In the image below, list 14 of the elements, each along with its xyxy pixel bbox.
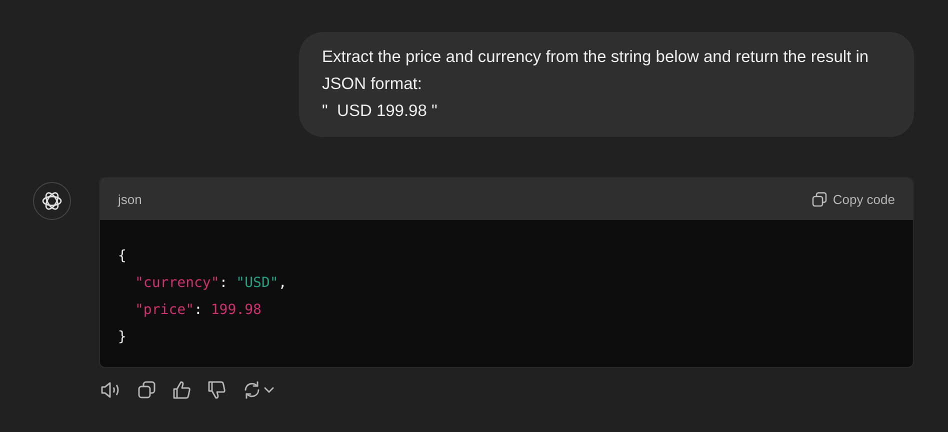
code-line: "price": 199.98 [135,301,262,320]
code-line: } [118,328,126,347]
message-text: " USD 199.98 " [322,101,438,122]
copy-code-button[interactable]: Copy code [812,192,895,206]
assistant-avatar-icon [33,182,71,220]
code-line: "currency": "USD", [135,274,287,293]
code-line: { [118,247,126,266]
regenerate-icon[interactable] [242,380,276,400]
message-text: Extract the price and currency from the string below and return the result in JSON format: [322,47,870,95]
thumbs-down-icon[interactable] [207,380,227,400]
thumbs-up-icon[interactable] [172,380,192,400]
copy-icon [812,192,827,206]
copy-icon[interactable] [137,380,157,400]
code-language-label: json [118,192,142,206]
